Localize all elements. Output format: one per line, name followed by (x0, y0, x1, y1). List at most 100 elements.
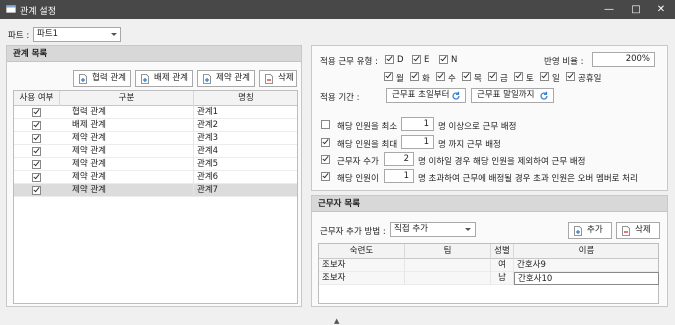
column-gender: 성별 (491, 244, 514, 259)
rule-over-prefix: 해당 인원이 (337, 174, 379, 184)
add-document-icon (574, 226, 582, 236)
use-checkbox[interactable] (32, 133, 41, 143)
delete-document-icon (622, 226, 630, 236)
day-holiday-checkbox[interactable] (566, 71, 575, 81)
shift-d-checkbox[interactable] (385, 54, 394, 64)
table-row[interactable]: 조보자 남 간호사10 (319, 272, 659, 285)
add-worker-button[interactable]: 추가 (568, 222, 612, 239)
part-select-value: 파트1 (37, 29, 59, 39)
rule-min-input[interactable]: 1 (401, 117, 434, 131)
worker-panel: 근무자 목록 근무자 추가 방법 : 직접 추가 추가 삭제 숙련도 팀 성별 … (311, 195, 668, 307)
rule-worker-count-input[interactable]: 2 (384, 152, 414, 166)
add-document-icon (203, 74, 211, 84)
delete-document-icon (265, 74, 273, 84)
exclusion-label: 배제 관계 (154, 73, 188, 83)
period-start-text: 근무표 초일부터 (392, 90, 450, 100)
row-type: 제약 관계 (60, 158, 194, 171)
period-end-button[interactable]: 근무표 말일까지 (471, 88, 554, 103)
day-wed-checkbox[interactable] (436, 71, 445, 81)
rule-min-prefix: 해당 인원을 최소 (337, 122, 398, 132)
rule-worker-count-suffix: 명 이하일 경우 해당 인원을 제외하여 근무 배정 (418, 157, 586, 167)
add-method-select[interactable]: 직접 추가 (390, 222, 476, 237)
table-row[interactable]: 배제 관계 관계2 (14, 119, 297, 132)
close-icon[interactable]: ✕ (647, 0, 675, 19)
minimize-icon[interactable]: — (595, 0, 623, 19)
day-fri-checkbox[interactable] (488, 71, 497, 81)
add-restriction-button[interactable]: 제약 관계 (197, 70, 255, 87)
row-gender: 남 (491, 272, 514, 285)
window-app-icon (6, 5, 16, 13)
shift-e-checkbox[interactable] (412, 54, 421, 64)
day-tue-checkbox[interactable] (410, 71, 419, 81)
day-mon-checkbox[interactable] (384, 71, 393, 81)
day-sun-label: 일 (552, 74, 560, 84)
add-method-label: 근무자 추가 방법 : (320, 227, 386, 237)
row-name: 관계1 (197, 107, 219, 117)
table-row[interactable]: 제약 관계 관계6 (14, 171, 297, 184)
rule-max-input[interactable]: 1 (401, 135, 434, 149)
row-name: 관계2 (197, 120, 219, 130)
rule-over-checkbox[interactable] (321, 171, 330, 181)
row-team (405, 259, 491, 272)
row-name-editing[interactable]: 간호사10 (514, 272, 659, 285)
rule-over-suffix: 명 초과하여 근무에 배정될 경우 초과 인원은 오버 멤버로 처리 (418, 174, 638, 184)
refresh-icon (540, 91, 548, 100)
table-row[interactable]: 조보자 여 간호사9 (319, 259, 658, 272)
delete-label: 삭제 (278, 73, 294, 83)
table-row-selected[interactable]: 제약 관계 관계7 (14, 184, 297, 197)
column-type: 구분 (60, 91, 194, 106)
row-type: 제약 관계 (60, 184, 194, 197)
table-row[interactable]: 제약 관계 관계3 (14, 132, 297, 145)
rule-worker-count-checkbox[interactable] (321, 154, 330, 164)
table-row[interactable]: 협력 관계 관계1 (14, 106, 297, 119)
row-type: 제약 관계 (60, 145, 194, 158)
row-name: 관계3 (197, 133, 219, 143)
use-checkbox[interactable] (32, 107, 41, 117)
delete-relation-button[interactable]: 삭제 (259, 70, 297, 87)
add-worker-label: 추가 (587, 225, 603, 235)
ratio-label: 반영 비율 : (544, 57, 584, 67)
rule-over-input[interactable]: 1 (384, 169, 414, 183)
restriction-label: 제약 관계 (216, 73, 250, 83)
rule-min-checkbox[interactable] (321, 120, 330, 129)
cooperation-label: 협력 관계 (92, 73, 126, 83)
ratio-input[interactable]: 200% (592, 52, 655, 67)
maximize-icon[interactable]: □ (622, 0, 650, 19)
row-name: 관계7 (197, 185, 219, 195)
column-team: 팀 (405, 244, 491, 259)
column-name: 명칭 (238, 93, 254, 103)
relation-grid: 사용 여부 구분 명칭 협력 관계 관계1 배제 관계 관계2 제약 관계 관계… (13, 90, 298, 304)
add-cooperation-button[interactable]: 협력 관계 (73, 70, 131, 87)
table-row[interactable]: 제약 관계 관계5 (14, 158, 297, 171)
shift-type-label: 적용 근무 유형 : (320, 57, 378, 67)
rule-max-suffix: 명 까지 근무 배정 (438, 140, 501, 150)
period-label: 적용 기간 : (320, 93, 360, 103)
use-checkbox[interactable] (32, 185, 41, 195)
row-type: 협력 관계 (60, 106, 194, 119)
day-sat-checkbox[interactable] (514, 71, 523, 81)
rule-max-checkbox[interactable] (321, 137, 330, 147)
row-type: 배제 관계 (60, 119, 194, 132)
shift-n-checkbox[interactable] (439, 54, 448, 64)
row-name: 관계5 (197, 159, 219, 169)
relation-panel-title: 관계 목록 (7, 46, 301, 62)
row-name: 관계4 (197, 146, 219, 156)
column-use: 사용 여부 (14, 91, 60, 106)
period-start-button[interactable]: 근무표 초일부터 (386, 88, 466, 103)
row-team (405, 272, 491, 285)
day-sun-checkbox[interactable] (540, 71, 549, 81)
refresh-icon (452, 91, 460, 100)
day-wed-label: 수 (448, 74, 456, 84)
use-checkbox[interactable] (32, 120, 41, 130)
add-exclusion-button[interactable]: 배제 관계 (135, 70, 193, 87)
use-checkbox[interactable] (32, 172, 41, 182)
part-select[interactable]: 파트1 (33, 27, 121, 42)
window-title: 관계 설정 (20, 7, 56, 17)
day-mon-label: 월 (396, 74, 404, 84)
table-row[interactable]: 제약 관계 관계4 (14, 145, 297, 158)
delete-worker-button[interactable]: 삭제 (616, 222, 660, 239)
use-checkbox[interactable] (32, 146, 41, 156)
use-checkbox[interactable] (32, 159, 41, 169)
relation-panel: 관계 목록 협력 관계 배제 관계 제약 관계 삭제 사용 여부 구분 명칭 협… (6, 45, 302, 307)
day-thu-checkbox[interactable] (462, 71, 471, 81)
